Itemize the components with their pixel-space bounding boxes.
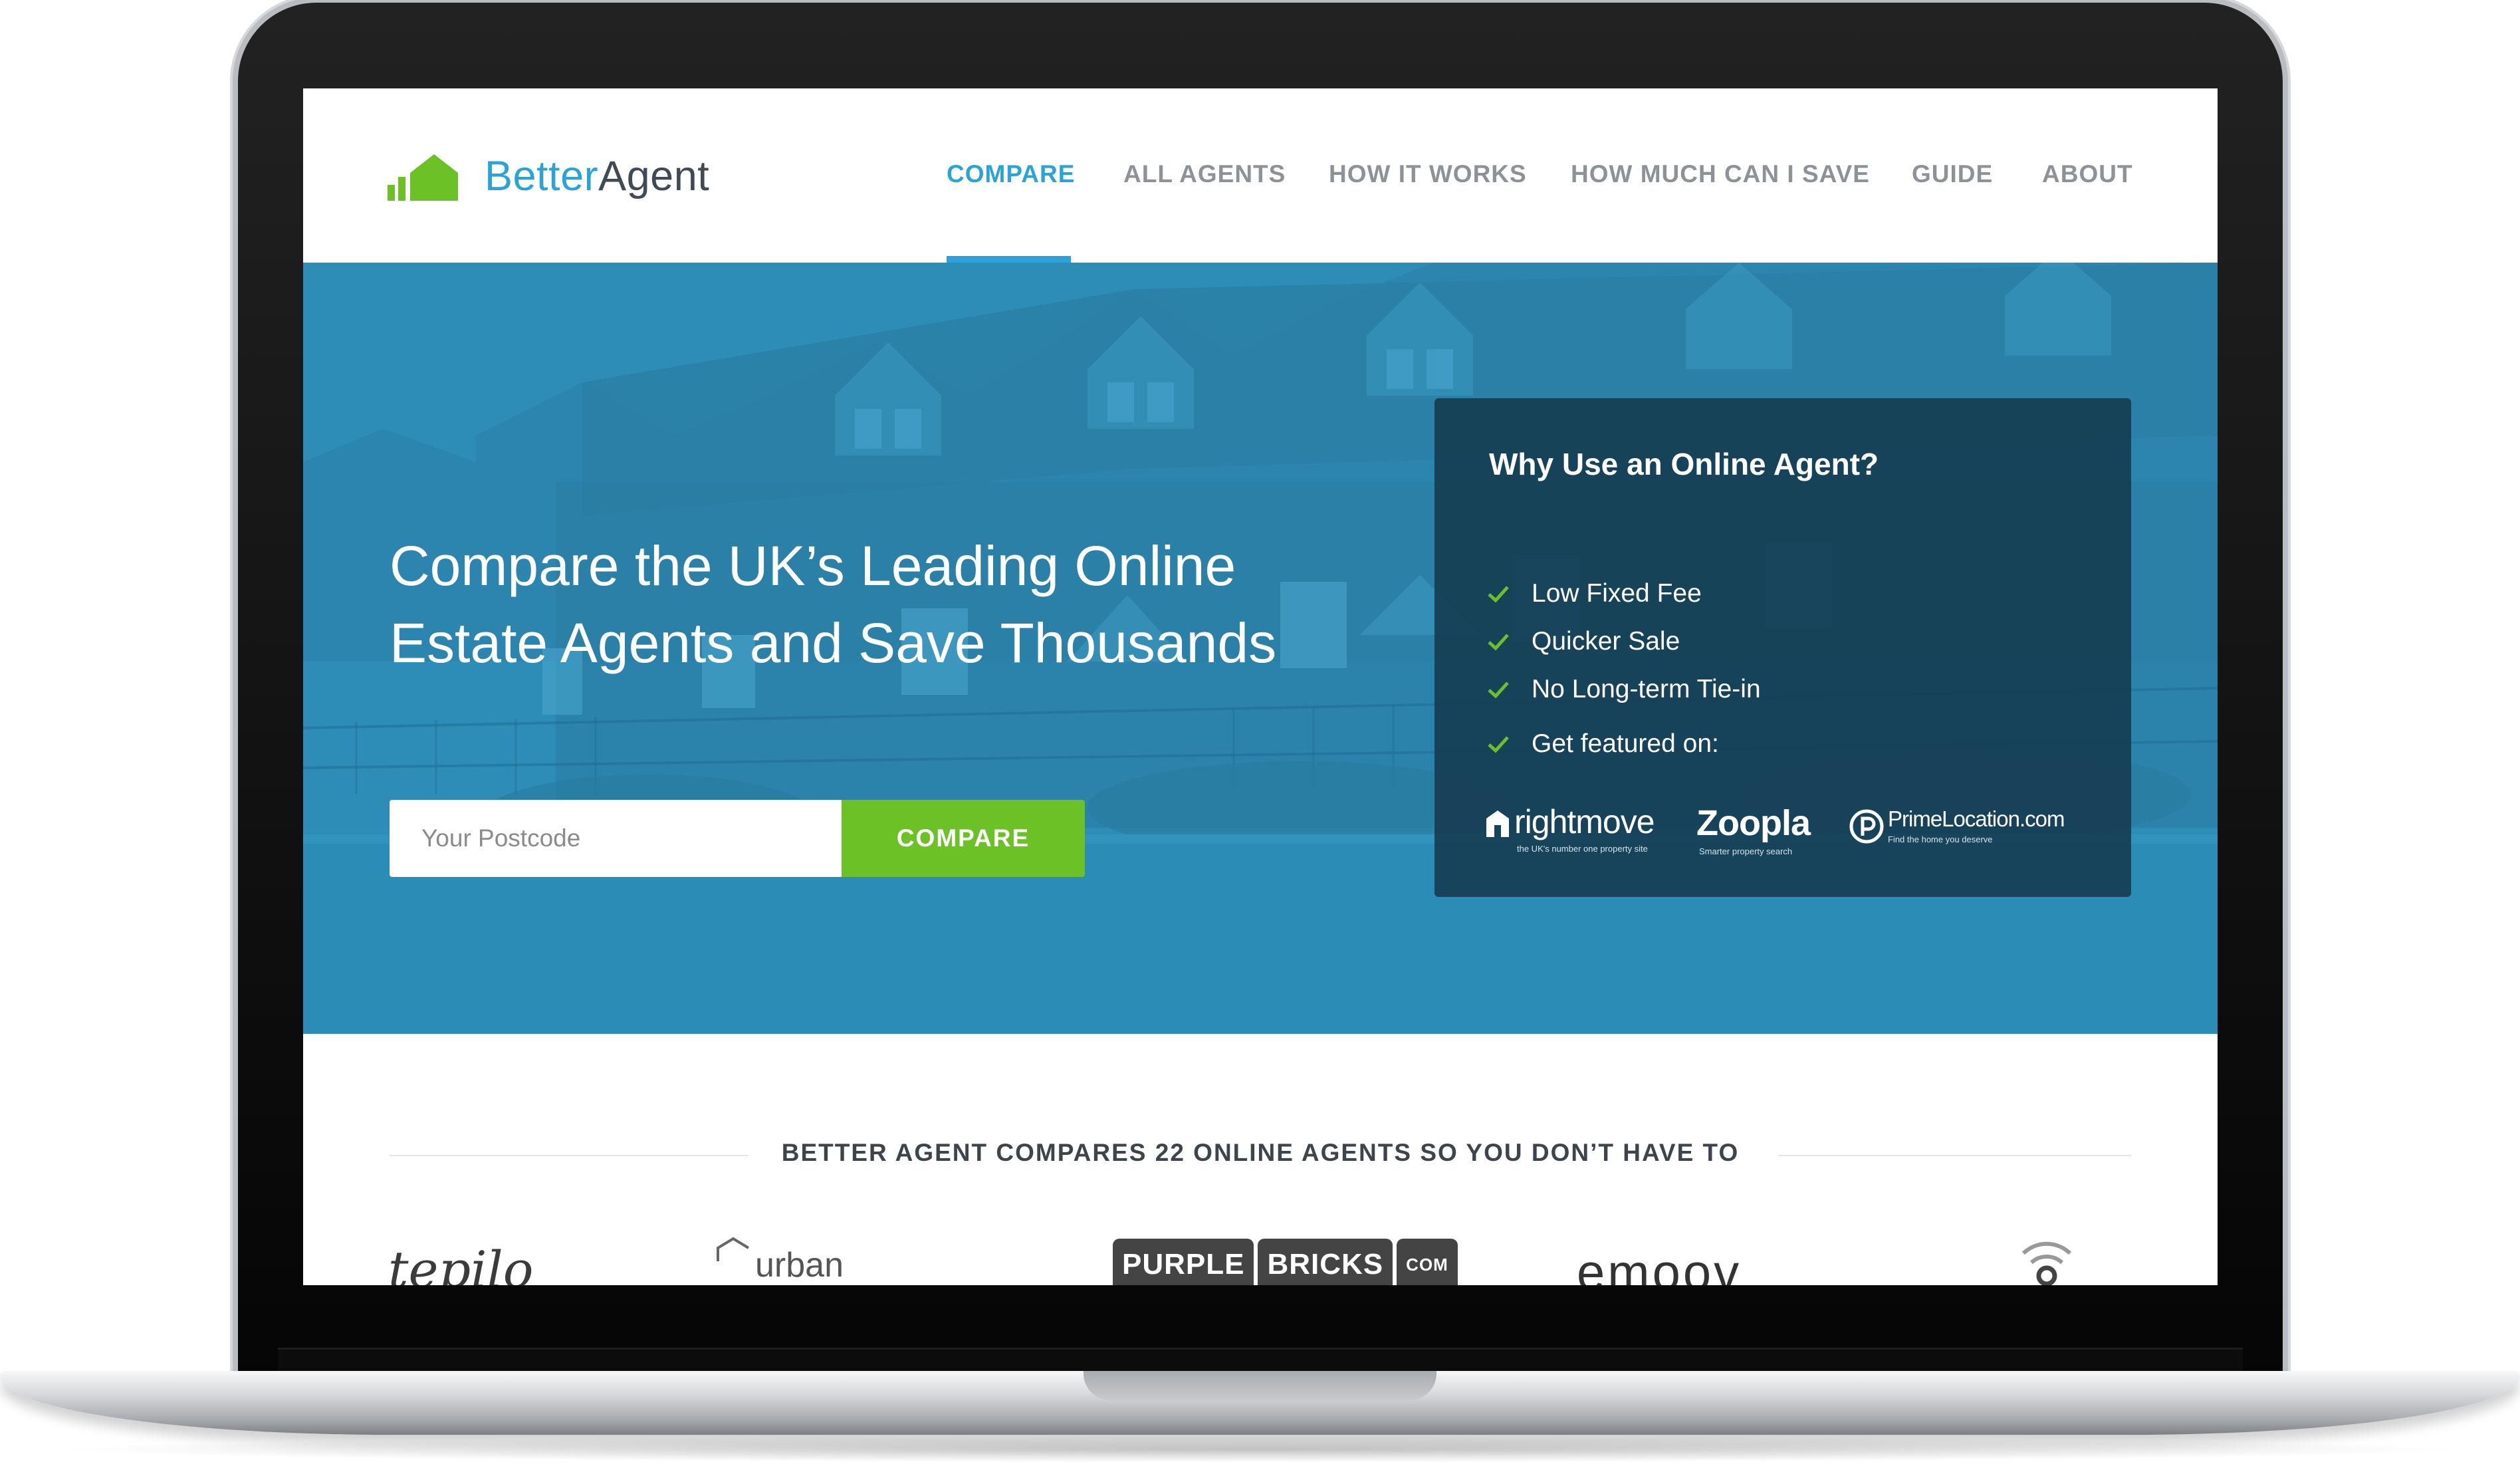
checkmark-icon [1488, 736, 1509, 753]
urban-house-icon [717, 1237, 750, 1261]
benefit-label: Quicker Sale [1532, 627, 1680, 656]
compare-strip: BETTER AGENT COMPARES 22 ONLINE AGENTS S… [390, 1135, 2131, 1175]
nav-active-underline [947, 256, 1071, 263]
primelocation-logo-icon [1849, 809, 1884, 844]
purplebricks-part1: PURPLE [1113, 1239, 1254, 1285]
main-nav: COMPARE ALL AGENTS HOW IT WORKS HOW MUCH… [303, 160, 2218, 193]
benefits-list: Low Fixed Fee Quicker Sale No Long-term … [1486, 570, 1761, 768]
benefit-item: Quicker Sale [1486, 618, 1761, 666]
nav-all-agents[interactable]: ALL AGENTS [1123, 160, 1286, 188]
benefit-label: Get featured on: [1532, 729, 1719, 758]
urban-logo[interactable]: urban [755, 1245, 844, 1285]
compare-button[interactable]: COMPARE [842, 800, 1085, 877]
postcode-input[interactable] [390, 800, 842, 877]
nav-compare[interactable]: COMPARE [947, 160, 1075, 188]
laptop-notch [1084, 1371, 1436, 1400]
nav-about[interactable]: ABOUT [2042, 160, 2133, 188]
benefit-label: No Long-term Tie-in [1532, 675, 1761, 703]
zoopla-logo: Zoopla Smarter property search [1696, 802, 1811, 856]
agent-logos-row: tepilo urban PURPLE BRICKS COM emoov [303, 1229, 2218, 1285]
benefit-item: Low Fixed Fee [1486, 570, 1761, 618]
purplebricks-part3: COM [1397, 1239, 1458, 1285]
purplebricks-part2: BRICKS [1258, 1239, 1393, 1285]
nav-guide[interactable]: GUIDE [1912, 160, 1993, 188]
partner-logos: rightmove the UK's number one property s… [1485, 802, 2110, 856]
browser-screen: BetterAgent COMPARE ALL AGENTS HOW IT WO… [303, 88, 2218, 1285]
rightmove-tagline: the UK's number one property site [1517, 844, 1648, 854]
laptop-shadow [40, 1436, 2479, 1463]
panel-title: Why Use an Online Agent? [1489, 447, 1879, 481]
hero-section: Compare the UK’s Leading Online Estate A… [303, 263, 2218, 1034]
zoopla-tagline: Smarter property search [1699, 846, 1793, 856]
benefit-label: Low Fixed Fee [1532, 579, 1702, 608]
primelocation-logo: PrimeLocation.com Find the home you dese… [1849, 806, 2065, 844]
nav-how-much-can-i-save[interactable]: HOW MUCH CAN I SAVE [1571, 160, 1870, 188]
zoopla-name: Zoopla [1696, 803, 1811, 843]
site-header: BetterAgent COMPARE ALL AGENTS HOW IT WO… [303, 88, 2218, 263]
rightmove-logo-icon [1486, 810, 1509, 837]
emoov-logo[interactable]: emoov [1577, 1244, 1742, 1285]
benefit-item: No Long-term Tie-in [1486, 666, 1761, 713]
hero-title-line1: Compare the UK’s Leading Online [390, 535, 1236, 598]
rightmove-name: rightmove [1514, 803, 1655, 840]
compare-strip-heading: BETTER AGENT COMPARES 22 ONLINE AGENTS S… [781, 1139, 1740, 1166]
benefit-item: Get featured on: [1486, 720, 1761, 768]
nav-how-it-works[interactable]: HOW IT WORKS [1329, 160, 1527, 188]
hero-title-line2: Estate Agents and Save Thousands [390, 612, 1277, 675]
purplebricks-logo[interactable]: PURPLE BRICKS COM [1113, 1239, 1458, 1285]
checkmark-icon [1488, 681, 1509, 699]
checkmark-icon [1488, 634, 1509, 651]
rightmove-logo: rightmove the UK's number one property s… [1485, 802, 1655, 854]
checkmark-icon [1488, 586, 1509, 603]
wifi-signal-icon[interactable] [2018, 1229, 2075, 1285]
tepilo-logo[interactable]: tepilo [388, 1240, 534, 1285]
why-online-agent-panel: Why Use an Online Agent? Low Fixed Fee Q… [1434, 398, 2131, 897]
hero-title: Compare the UK’s Leading Online Estate A… [390, 527, 1387, 681]
